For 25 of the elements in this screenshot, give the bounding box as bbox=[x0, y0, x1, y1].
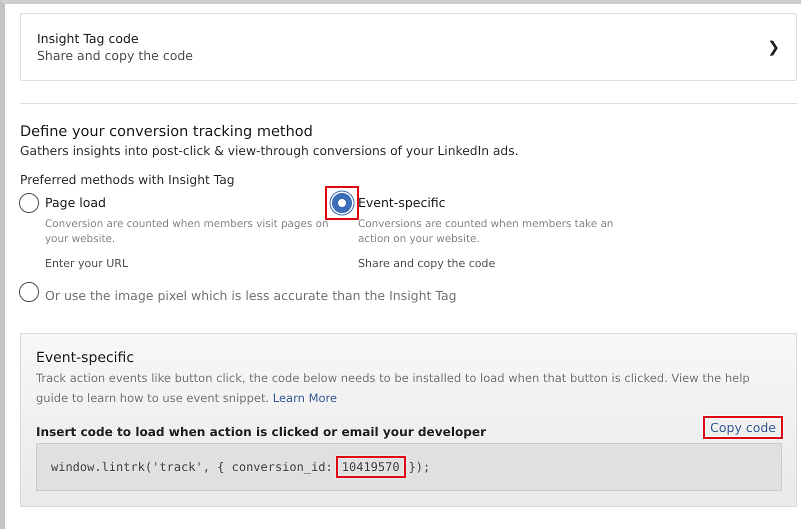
methods-label: Preferred methods with Insight Tag bbox=[20, 173, 236, 187]
learn-more-link[interactable]: Learn More bbox=[272, 391, 338, 405]
card-title: Insight Tag code bbox=[37, 31, 140, 46]
option-description: Conversions are counted when members take an action on your website. bbox=[358, 217, 614, 247]
insight-tag-card[interactable]: Insight Tag code Share and copy the code ❯ bbox=[20, 13, 797, 81]
section-description: Gathers insights into post-click & view-through conversions of your LinkedIn ads. bbox=[20, 144, 520, 158]
option-label: Page load bbox=[45, 194, 106, 212]
panel-title: Event-specific bbox=[36, 350, 136, 366]
option-label: Or use the image pixel which is less accurate than the Insight Tag bbox=[45, 288, 457, 303]
panel-description: Track action events like button click, the code below needs to be installed to load when that button is clicked. View the help guide to learn how to use event snippet. Learn More bbox=[36, 370, 751, 407]
chevron-icon: ❯ bbox=[767, 38, 780, 56]
radio-button[interactable] bbox=[19, 282, 39, 302]
section-heading: Define your conversion tracking method bbox=[20, 124, 314, 140]
option-action: Enter your URL bbox=[45, 257, 128, 270]
copy-code-button[interactable]: Copy code bbox=[703, 416, 783, 439]
radio-button[interactable] bbox=[19, 193, 39, 213]
conversion-id: 10419570 bbox=[336, 456, 406, 478]
code-text: window.lintrk('track', { conversion_id: bbox=[51, 460, 333, 474]
card-subtitle: Share and copy the code bbox=[37, 48, 193, 63]
option-action: Share and copy the code bbox=[358, 257, 496, 270]
option-label: Event-specific bbox=[358, 194, 446, 212]
code-label: Insert code to load when action is clicked or email your developer bbox=[36, 425, 486, 439]
code-text: }); bbox=[408, 460, 430, 474]
radio-button[interactable] bbox=[332, 193, 352, 213]
option-description: Conversion are counted when members visit pages on your website. bbox=[45, 217, 330, 247]
